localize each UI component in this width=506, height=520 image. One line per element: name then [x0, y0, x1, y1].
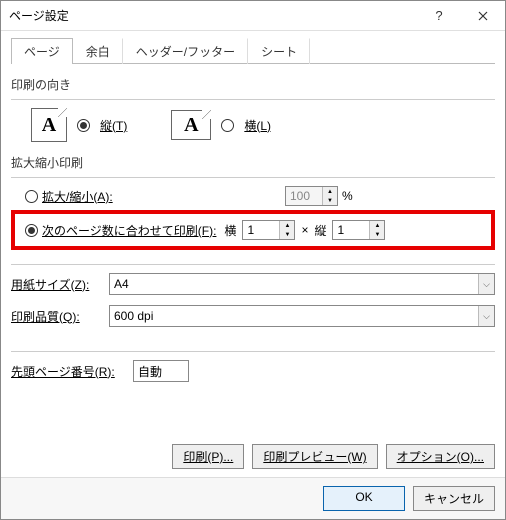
- print-quality-select[interactable]: 600 dpi ⌵: [109, 305, 495, 327]
- chevron-down-icon: ⌵: [478, 274, 494, 294]
- first-page-label: 先頭ページ番号(R):: [11, 363, 133, 380]
- scaling-group: 拡大縮小印刷 拡大/縮小(A): ▲▼ % 次のページ数に合: [11, 154, 495, 250]
- times-label: ×: [301, 223, 308, 237]
- adjust-spinner[interactable]: ▲▼: [285, 186, 338, 206]
- spin-down-icon[interactable]: ▼: [370, 230, 384, 239]
- tab-sheet[interactable]: シート: [248, 38, 310, 64]
- tall-spinner[interactable]: ▲▼: [332, 220, 385, 240]
- paper-size-select[interactable]: A4 ⌵: [109, 273, 495, 295]
- tab-margins[interactable]: 余白: [73, 38, 123, 64]
- preview-button[interactable]: 印刷プレビュー(W): [252, 444, 377, 469]
- radio-landscape[interactable]: [221, 119, 234, 132]
- paper-size-value: A4: [114, 277, 129, 291]
- first-page-row: 先頭ページ番号(R):: [11, 360, 495, 382]
- portrait-icon: A: [31, 108, 67, 142]
- window-title: ページ設定: [9, 7, 417, 24]
- close-icon: [478, 11, 488, 21]
- firstpage-group: 先頭ページ番号(R):: [11, 349, 495, 392]
- divider: [11, 351, 495, 352]
- scaling-label: 拡大縮小印刷: [11, 154, 495, 171]
- landscape-icon: A: [171, 110, 211, 140]
- help-button[interactable]: ?: [417, 1, 461, 31]
- tab-header-footer[interactable]: ヘッダー/フッター: [123, 38, 248, 64]
- paper-size-row: 用紙サイズ(Z): A4 ⌵: [11, 273, 495, 295]
- tall-label: 縦: [314, 222, 326, 239]
- close-button[interactable]: [461, 1, 505, 31]
- tall-input[interactable]: [333, 221, 369, 239]
- divider: [11, 177, 495, 178]
- dialog-body: ページ 余白 ヘッダー/フッター シート 印刷の向き A 縦(T) A 横(L)…: [1, 31, 505, 477]
- radio-portrait-label: 縦(T): [100, 117, 127, 134]
- spin-down-icon[interactable]: ▼: [280, 230, 294, 239]
- fit-row: 次のページ数に合わせて印刷(F): 横 ▲▼ × 縦 ▲▼: [21, 220, 485, 240]
- ok-button[interactable]: OK: [323, 486, 405, 511]
- print-quality-label: 印刷品質(Q):: [11, 308, 109, 325]
- spin-up-icon[interactable]: ▲: [280, 221, 294, 230]
- paper-group: 用紙サイズ(Z): A4 ⌵ 印刷品質(Q): 600 dpi ⌵: [11, 262, 495, 337]
- spin-up-icon[interactable]: ▲: [370, 221, 384, 230]
- action-row: 印刷(P)... 印刷プレビュー(W) オプション(O)...: [11, 436, 495, 469]
- orientation-row: A 縦(T) A 横(L): [11, 108, 495, 142]
- cancel-button[interactable]: キャンセル: [413, 486, 495, 511]
- print-quality-value: 600 dpi: [114, 309, 153, 323]
- tab-page[interactable]: ページ: [11, 38, 73, 64]
- orientation-label: 印刷の向き: [11, 76, 495, 93]
- radio-portrait[interactable]: [77, 119, 90, 132]
- adjust-label: 拡大/縮小(A):: [42, 188, 113, 205]
- radio-adjust[interactable]: [25, 190, 38, 203]
- title-bar: ページ設定 ?: [1, 1, 505, 31]
- percent-label: %: [342, 189, 353, 203]
- wide-input[interactable]: [243, 221, 279, 239]
- print-quality-row: 印刷品質(Q): 600 dpi ⌵: [11, 305, 495, 327]
- radio-landscape-label: 横(L): [244, 117, 271, 134]
- page-setup-dialog: ページ設定 ? ページ 余白 ヘッダー/フッター シート 印刷の向き A 縦(T…: [0, 0, 506, 520]
- print-button[interactable]: 印刷(P)...: [172, 444, 244, 469]
- first-page-input[interactable]: [133, 360, 189, 382]
- spin-down-icon[interactable]: ▼: [323, 196, 337, 205]
- fit-highlight: 次のページ数に合わせて印刷(F): 横 ▲▼ × 縦 ▲▼: [11, 210, 495, 250]
- wide-spinner[interactable]: ▲▼: [242, 220, 295, 240]
- wide-label: 横: [224, 222, 236, 239]
- divider: [11, 99, 495, 100]
- options-button[interactable]: オプション(O)...: [386, 444, 495, 469]
- spin-up-icon[interactable]: ▲: [323, 187, 337, 196]
- adjust-input[interactable]: [286, 187, 322, 205]
- divider: [11, 264, 495, 265]
- footer: OK キャンセル: [1, 477, 505, 519]
- chevron-down-icon: ⌵: [478, 306, 494, 326]
- orientation-group: 印刷の向き A 縦(T) A 横(L): [11, 76, 495, 142]
- adjust-row: 拡大/縮小(A): ▲▼ %: [11, 186, 495, 206]
- radio-fit[interactable]: [25, 224, 38, 237]
- fit-label: 次のページ数に合わせて印刷(F):: [42, 222, 216, 239]
- tab-strip: ページ 余白 ヘッダー/フッター シート: [11, 37, 495, 64]
- paper-size-label: 用紙サイズ(Z):: [11, 276, 109, 293]
